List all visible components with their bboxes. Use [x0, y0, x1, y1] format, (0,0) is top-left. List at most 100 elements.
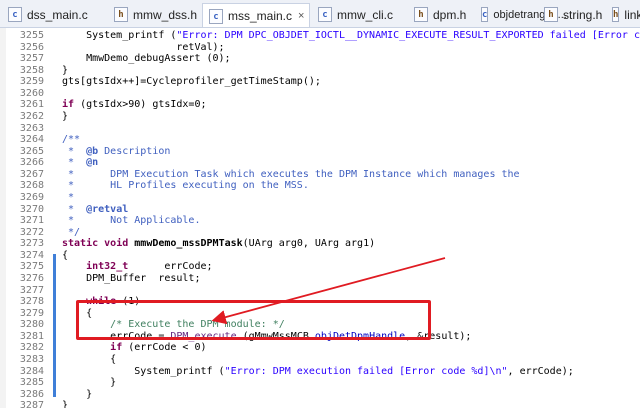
line-number: 3273	[19, 238, 44, 250]
close-tab-icon[interactable]: ×	[298, 10, 304, 22]
code-line[interactable]: 3257 MmwDemo_debugAssert (0);	[0, 53, 640, 65]
line-number: 3263	[19, 122, 44, 134]
code-line[interactable]: 3266 * @n	[0, 157, 640, 169]
line-number: 3281	[19, 330, 44, 342]
line-number: 3279	[19, 307, 44, 319]
code-text: }	[62, 377, 117, 389]
editor-tab-bar: c dss_main.c h mmw_dss.h c mss_main.c × …	[0, 0, 640, 28]
code-line[interactable]: 3268 * HL Profiles executing on the MSS.	[0, 180, 640, 192]
line-number: 3258	[19, 64, 44, 76]
code-text: }	[62, 110, 69, 122]
h-file-icon: h	[114, 7, 128, 22]
code-text: if (gtsIdx>90) gtsIdx=0;	[62, 99, 207, 111]
tab-label: mmw_cli.c	[337, 7, 393, 22]
code-line[interactable]: 3256 retVal);	[0, 42, 640, 54]
code-line[interactable]: 3269 *	[0, 192, 640, 204]
code-text: * @b Description	[62, 145, 171, 157]
code-line[interactable]: 3262}	[0, 111, 640, 123]
tab-dss-main-c[interactable]: c dss_main.c	[2, 3, 102, 26]
tab-string-h[interactable]: h string.h	[538, 3, 608, 26]
code-text: static void mmwDemo_mssDPMTask(UArg arg0…	[62, 238, 376, 250]
tab-label: mmw_dss.h	[133, 7, 198, 22]
line-number: 3284	[19, 365, 44, 377]
code-line[interactable]: 3275 int32_t errCode;	[0, 261, 640, 273]
line-number: 3274	[19, 249, 44, 261]
code-text: System_printf ("Error: DPM DPC_OBJDET_IO…	[62, 30, 640, 41]
code-text: MmwDemo_debugAssert (0);	[62, 53, 231, 65]
line-number: 3265	[19, 145, 44, 157]
tab-label: string.h	[563, 7, 603, 22]
code-line[interactable]: 3287}	[0, 400, 640, 408]
code-text: gts[gtsIdx++]=Cycleprofiler_getTimeStamp…	[62, 76, 321, 88]
line-number: 3276	[19, 272, 44, 284]
code-editor[interactable]: 3255 System_printf ("Error: DPM DPC_OBJD…	[0, 28, 640, 408]
c-file-icon: c	[318, 7, 332, 22]
line-number: 3275	[19, 261, 44, 273]
tab-mmw-cli-c[interactable]: c mmw_cli.c	[312, 3, 404, 26]
tab-dpm-h[interactable]: h dpm.h	[408, 3, 472, 26]
code-text: DPM_Buffer result;	[62, 272, 201, 284]
line-number: 3260	[19, 87, 44, 99]
line-number: 3259	[19, 76, 44, 88]
code-line[interactable]: 3286 }	[0, 389, 640, 401]
code-line[interactable]: 3259 gts[gtsIdx++]=Cycleprofiler_getTimeS…	[0, 76, 640, 88]
code-line[interactable]: 3273 static void mmwDemo_mssDPMTask(UArg …	[0, 238, 640, 250]
c-file-icon: c	[481, 7, 489, 22]
tab-mss-main-c[interactable]: c mss_main.c ×	[202, 3, 310, 27]
code-line[interactable]: 3283 {	[0, 354, 640, 366]
code-line[interactable]: 3267 * DPM Execution Task which executes…	[0, 169, 640, 181]
code-line[interactable]: 3261 if (gtsIdx>90) gtsIdx=0;	[0, 99, 640, 111]
line-number: 3266	[19, 157, 44, 169]
code-line[interactable]: 3276 DPM_Buffer result;	[0, 273, 640, 285]
code-text: }	[62, 400, 69, 408]
tab-label: mss_main.c	[228, 9, 293, 23]
line-number: 3277	[19, 284, 44, 296]
line-number: 3256	[19, 41, 44, 53]
code-line[interactable]: 3271 * Not Applicable.	[0, 215, 640, 227]
tab-label: dss_main.c	[27, 7, 88, 22]
line-number: 3262	[19, 110, 44, 122]
code-line[interactable]: 3258}	[0, 65, 640, 77]
code-text: retVal);	[62, 41, 225, 53]
line-number: 3261	[19, 99, 44, 111]
code-line[interactable]: 3263	[0, 123, 640, 135]
tab-mmw-dss-h[interactable]: h mmw_dss.h	[108, 3, 200, 26]
code-line[interactable]: 3270 * @retval	[0, 204, 640, 216]
tab-linka[interactable]: h linka	[606, 3, 640, 26]
line-number: 3286	[19, 388, 44, 400]
line-number: 3287	[19, 400, 44, 408]
c-file-icon: c	[209, 8, 223, 24]
code-text: * @retval	[62, 203, 129, 215]
code-text: * Not Applicable.	[62, 215, 201, 227]
code-line[interactable]: 3264 /**	[0, 134, 640, 146]
tab-label: dpm.h	[433, 7, 467, 22]
code-line[interactable]: 3265 * @b Description	[0, 146, 640, 158]
highlight-box	[76, 300, 431, 340]
line-number: 3283	[19, 353, 44, 365]
line-number: 3285	[19, 377, 44, 389]
code-text: }	[62, 64, 69, 76]
line-number: 3268	[19, 180, 44, 192]
code-text: if (errCode < 0)	[110, 342, 207, 354]
line-number: 3272	[19, 226, 44, 238]
line-number: 3269	[19, 191, 44, 203]
code-text: System_printf ("Error: DPM execution fai…	[62, 365, 574, 377]
line-number: 3280	[19, 319, 44, 331]
c-file-icon: c	[8, 7, 22, 22]
line-number: 3271	[19, 215, 44, 227]
code-text: {	[62, 353, 117, 365]
line-number: 3278	[19, 296, 44, 308]
code-text: /**	[62, 134, 81, 146]
h-file-icon: h	[612, 7, 620, 22]
line-number: 3264	[19, 134, 44, 146]
tab-objdetrangeh[interactable]: c objdetrangeh...	[475, 3, 567, 26]
h-file-icon: h	[544, 7, 558, 22]
tab-label: linka	[624, 7, 640, 22]
code-line[interactable]: 3282 if (errCode < 0)	[0, 342, 640, 354]
code-text: * HL Profiles executing on the MSS.	[62, 180, 309, 192]
code-text: }	[62, 388, 93, 400]
code-line[interactable]: 3284 System_printf ("Error: DPM executio…	[0, 366, 640, 378]
code-line[interactable]: 3255 System_printf ("Error: DPM DPC_OBJD…	[0, 30, 640, 42]
code-text: * @n	[62, 157, 99, 169]
code-line[interactable]: 3285 }	[0, 377, 640, 389]
